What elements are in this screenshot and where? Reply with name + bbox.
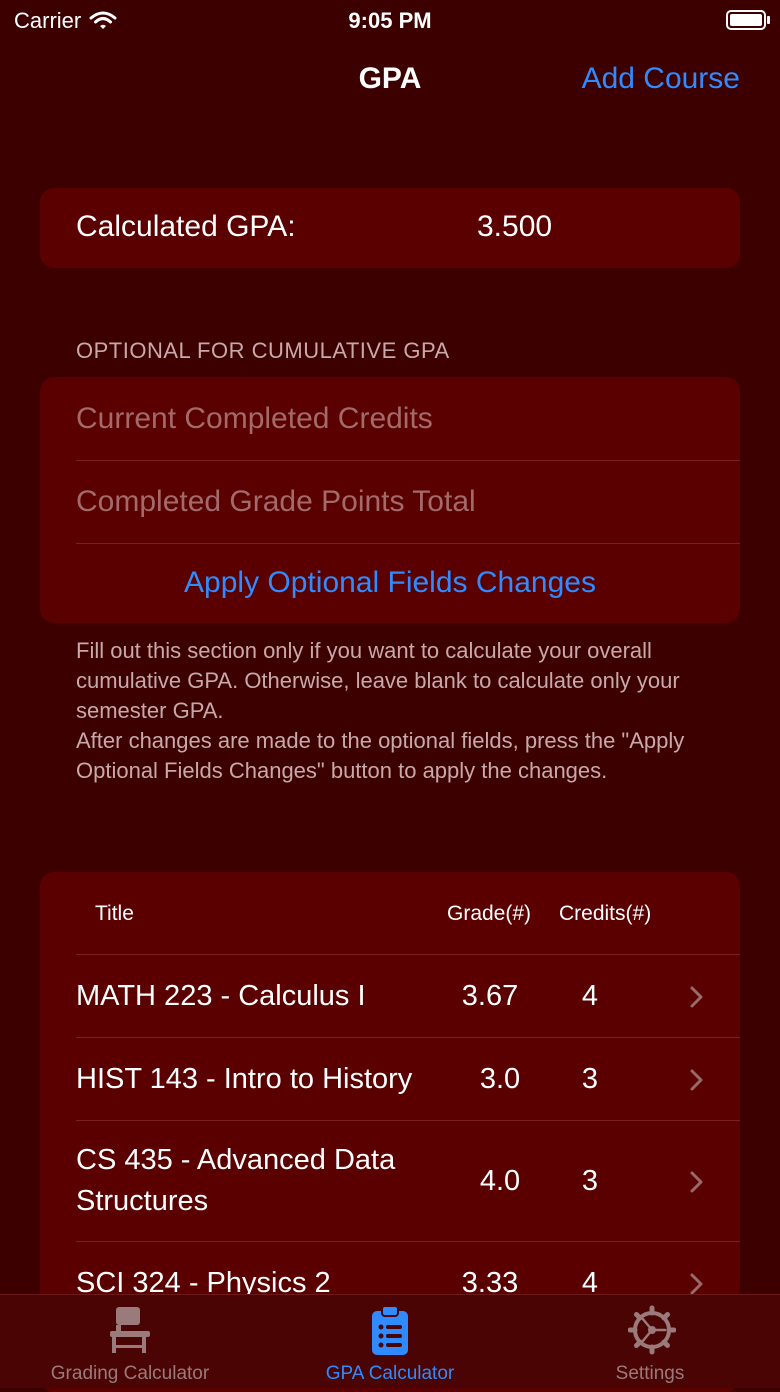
optional-fields-card: Apply Optional Fields Changes: [40, 377, 740, 623]
gpa-label: Calculated GPA:: [76, 210, 296, 243]
course-grade: 3.67: [461, 980, 519, 1012]
column-header-credits: Credits(#): [559, 902, 652, 925]
status-bar: Carrier 9:05 PM: [0, 0, 780, 40]
course-title: MATH 223 - Calculus I: [76, 980, 366, 1012]
tab-grading-calculator[interactable]: Grading Calculator: [0, 1295, 260, 1388]
chevron-right-icon: [690, 1273, 703, 1295]
course-credits: 4: [581, 980, 599, 1012]
course-grade: 3.0: [479, 1063, 521, 1095]
desk-chair-icon: [110, 1307, 150, 1353]
battery-icon: [726, 10, 770, 30]
course-credits: 3: [581, 1165, 599, 1197]
course-row[interactable]: HIST 143 - Intro to History 3.0 3: [40, 1038, 740, 1121]
completed-credits-input[interactable]: [76, 377, 716, 460]
grade-points-total-input[interactable]: [76, 460, 716, 543]
tab-settings[interactable]: Settings: [520, 1295, 780, 1388]
course-row[interactable]: MATH 223 - Calculus I 3.67 4: [40, 955, 740, 1038]
gpa-summary-card: Calculated GPA: 3.500: [40, 188, 740, 268]
footer-note-line-1: Fill out this section only if you want t…: [76, 638, 680, 723]
chevron-right-icon: [690, 1069, 703, 1091]
gear-icon: [628, 1305, 676, 1355]
clipboard-list-icon: [372, 1305, 408, 1355]
tab-label: Settings: [615, 1363, 685, 1384]
add-course-button[interactable]: Add Course: [582, 62, 740, 96]
tab-bar: Grading Calculator GPA Calculator Settin…: [0, 1294, 780, 1388]
apply-optional-fields-button[interactable]: Apply Optional Fields Changes: [40, 543, 740, 623]
course-title: HIST 143 - Intro to History: [76, 1063, 413, 1095]
footer-note-line-2: After changes are made to the optional f…: [76, 728, 685, 783]
course-row[interactable]: CS 435 - Advanced Data Structures 4.0 3: [40, 1121, 740, 1242]
tab-label: GPA Calculator: [325, 1363, 455, 1384]
chevron-right-icon: [690, 986, 703, 1008]
chevron-right-icon: [690, 1171, 703, 1193]
credits-row: [76, 377, 740, 461]
tab-label: Grading Calculator: [50, 1363, 210, 1384]
optional-section-header: OPTIONAL FOR CUMULATIVE GPA: [76, 338, 450, 363]
status-time: 9:05 PM: [348, 8, 432, 33]
course-title: CS 435 - Advanced Data Structures: [76, 1144, 396, 1217]
tab-gpa-calculator[interactable]: GPA Calculator: [260, 1295, 520, 1388]
course-credits: 3: [581, 1063, 599, 1095]
column-header-title: Title: [95, 902, 134, 925]
column-header-grade: Grade(#): [447, 902, 532, 925]
grade-points-row: [76, 460, 740, 544]
course-grade: 4.0: [479, 1165, 521, 1197]
gpa-value: 3.500: [477, 210, 553, 243]
optional-section-footer: Fill out this section only if you want t…: [76, 636, 716, 786]
